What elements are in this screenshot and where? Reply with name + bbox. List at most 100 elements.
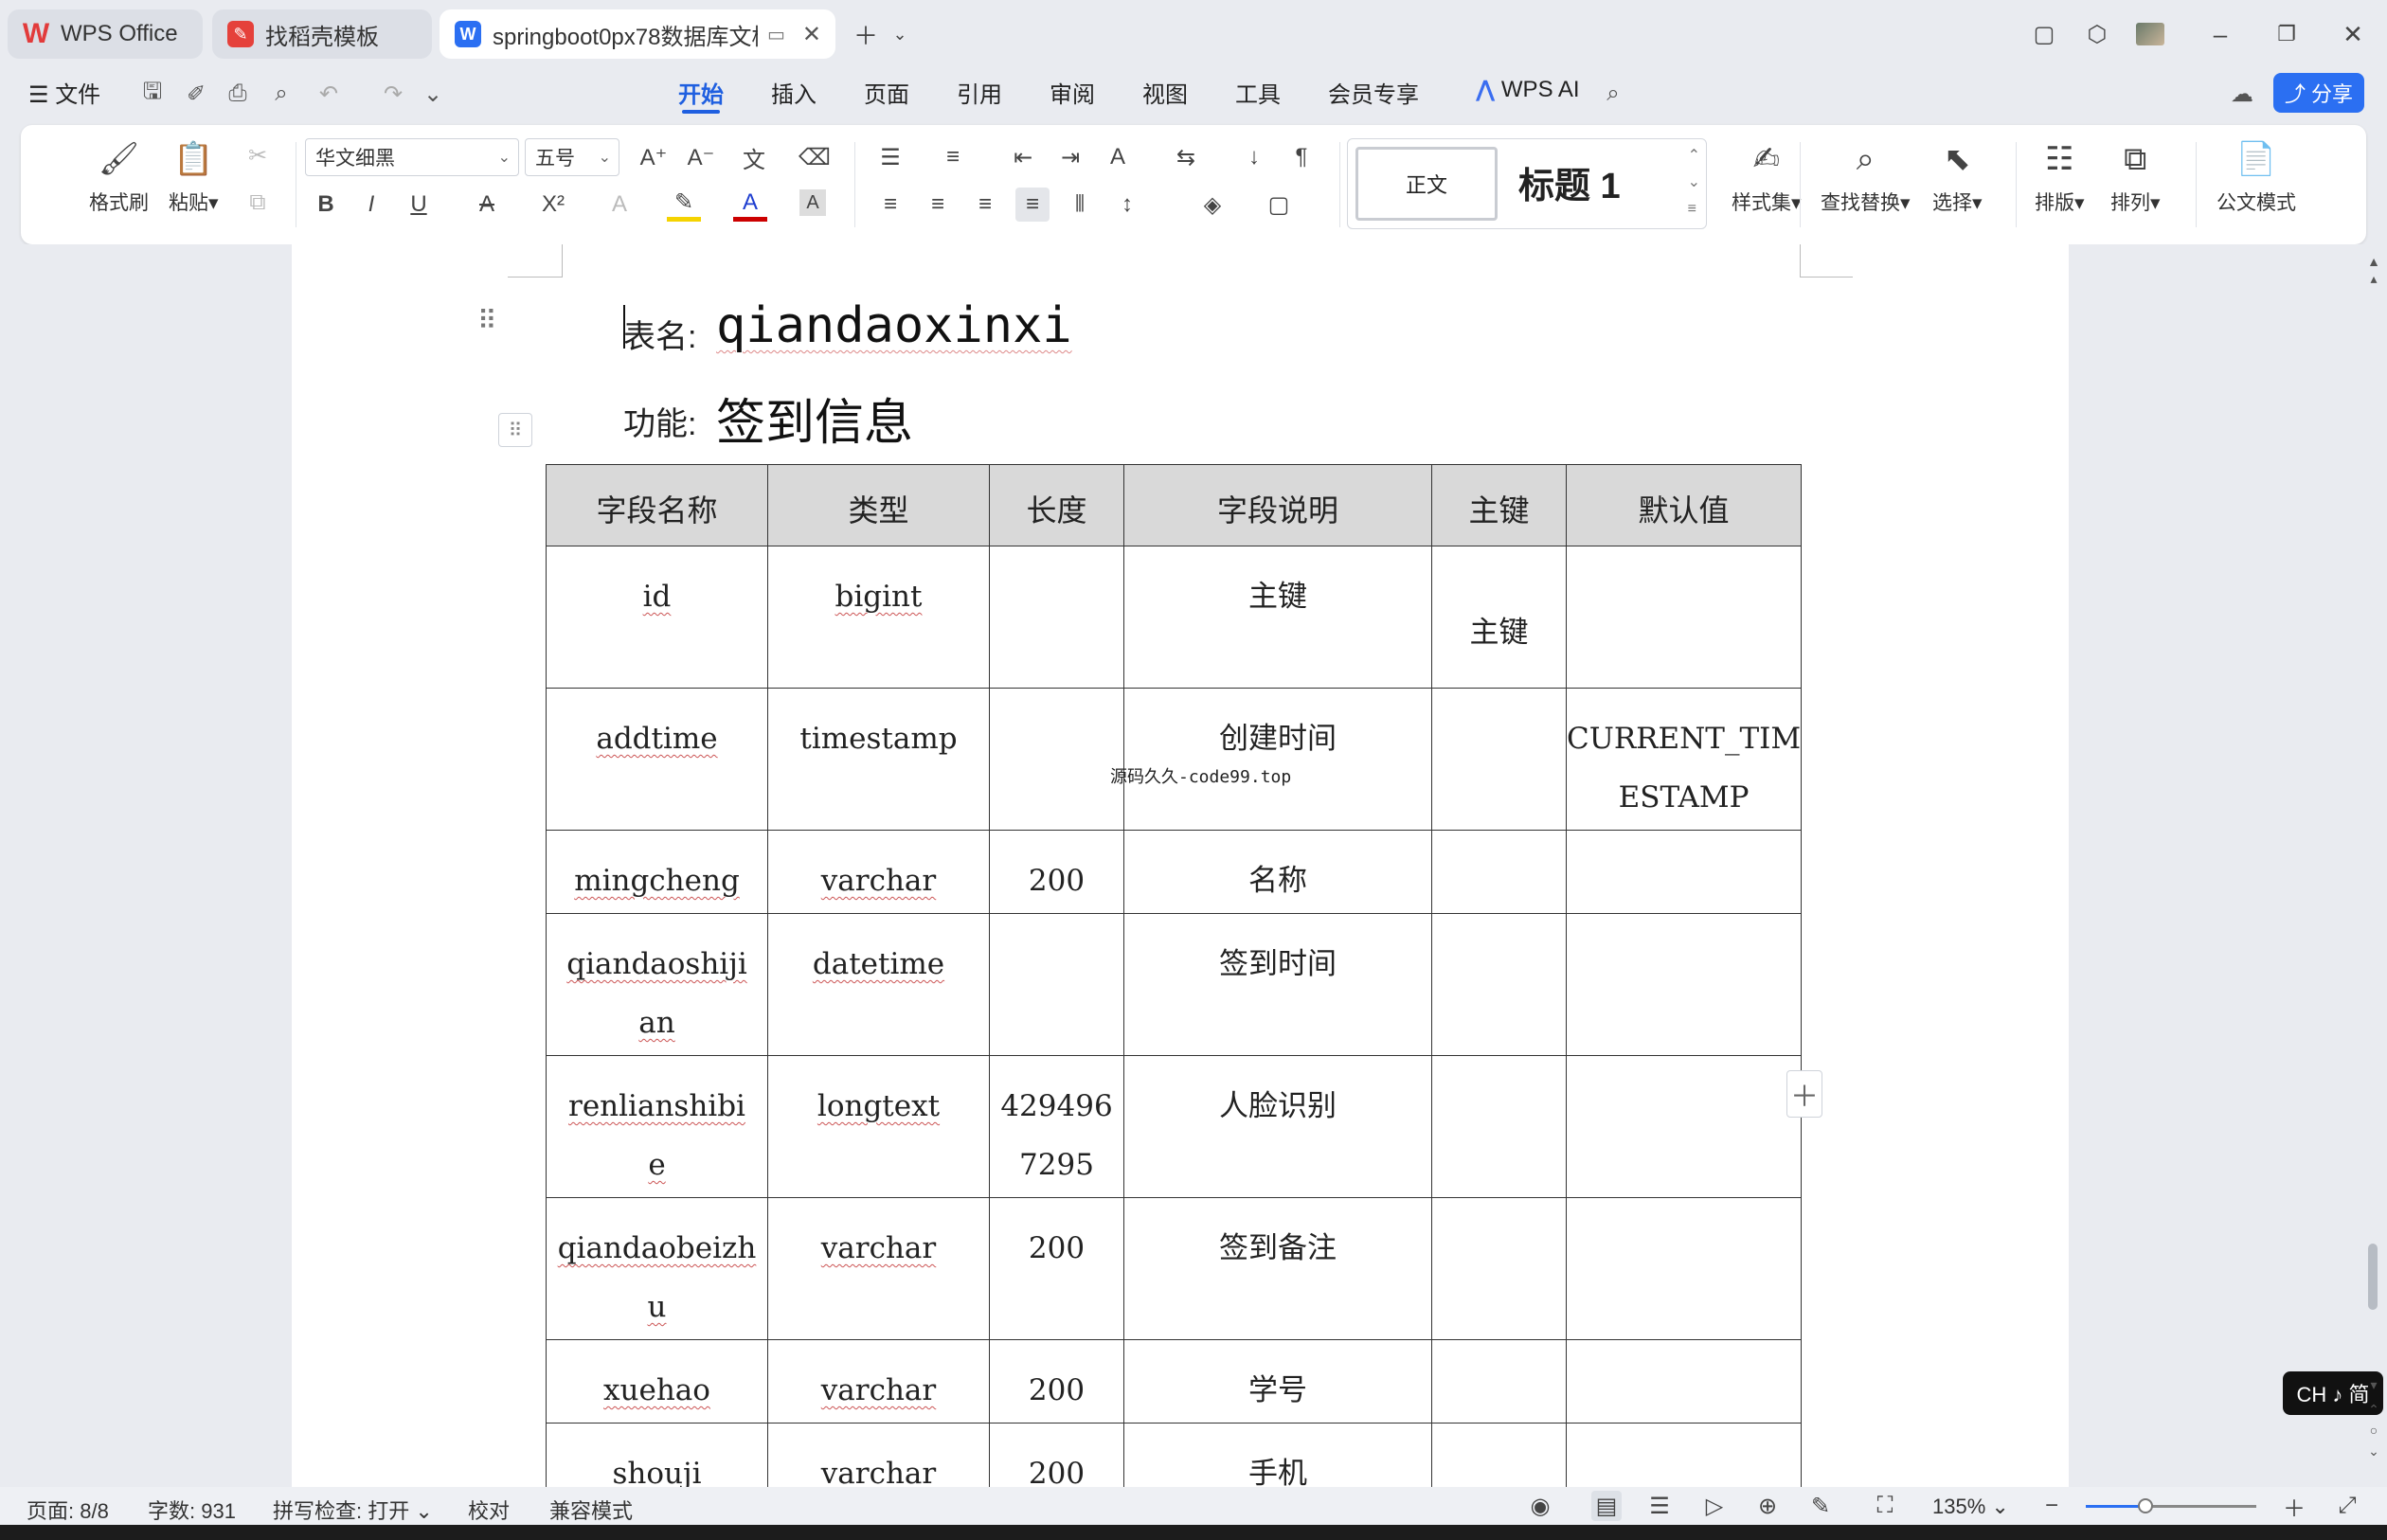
cell-type[interactable]: varchar (767, 1197, 990, 1340)
print-preview-icon[interactable]: ⌕ (265, 78, 297, 110)
table-move-icon[interactable]: ⠿ (498, 413, 532, 447)
zoom-slider[interactable] (2086, 1498, 2256, 1513)
cell-primary-key[interactable] (1431, 1339, 1567, 1424)
cell-primary-key[interactable] (1431, 688, 1567, 831)
cell-type[interactable]: varchar (767, 830, 990, 914)
web-view-icon[interactable]: ⊕ (1752, 1491, 1783, 1521)
page-view-icon[interactable]: ▤ (1591, 1491, 1622, 1521)
cell-field-name[interactable]: renlianshibi e (546, 1055, 768, 1198)
copy-icon[interactable]: ⧉ (241, 186, 275, 220)
cell-default[interactable] (1565, 913, 1803, 1056)
print-icon[interactable]: ⎙ (222, 78, 254, 110)
cell-type[interactable]: bigint (767, 546, 990, 689)
word-count[interactable]: 字数: 931 (148, 1495, 236, 1525)
fullscreen-icon[interactable]: ⤢ (2332, 1491, 2362, 1521)
scroll-up-icon[interactable]: ▴ (2362, 271, 2385, 287)
cell-primary-key[interactable] (1431, 913, 1567, 1056)
next-page-icon[interactable]: ⌄ (2362, 1443, 2385, 1459)
drag-handle-icon[interactable]: ⠿ (477, 305, 497, 336)
cell-field-name[interactable]: shouji (546, 1423, 768, 1487)
restore-icon[interactable]: ❐ (2266, 13, 2307, 55)
file-menu[interactable]: ☰ 文件 (28, 76, 100, 109)
cell-default[interactable]: CURRENT_TIM ESTAMP (1565, 688, 1803, 831)
align-center-icon[interactable]: ≡ (921, 188, 955, 222)
sort-icon[interactable]: ↓ (1237, 140, 1271, 174)
menu-start[interactable]: 开始 (678, 76, 724, 109)
cell-description[interactable]: 名称 (1123, 830, 1432, 914)
outline-view-icon[interactable]: ☰ (1644, 1491, 1675, 1521)
cell-type[interactable]: varchar (767, 1339, 990, 1424)
border-icon[interactable]: ▢ (1262, 188, 1296, 222)
scroll-top-icon[interactable]: ▲ (2362, 254, 2385, 269)
monitor-icon[interactable]: ▭ (767, 23, 785, 46)
paste-button[interactable]: 📋 粘贴▾ (169, 138, 219, 216)
play-icon[interactable]: ▷ (1699, 1491, 1730, 1521)
cell-default[interactable] (1565, 1055, 1803, 1198)
layout-button[interactable]: ☷ 排版▾ (2035, 138, 2085, 216)
cell-primary-key[interactable] (1431, 1423, 1567, 1487)
col-header-field-name[interactable]: 字段名称 (546, 464, 768, 546)
tab-list-chevron-icon[interactable]: ⌄ (879, 13, 921, 55)
zoom-slider-knob[interactable] (2138, 1498, 2153, 1513)
font-color-icon[interactable]: A (733, 188, 767, 222)
spell-check-toggle[interactable]: 拼写检查: 打开 ⌄ (273, 1495, 433, 1525)
cell-type[interactable]: longtext (767, 1055, 990, 1198)
cell-description[interactable]: 手机 (1123, 1423, 1432, 1487)
cell-description[interactable]: 人脸识别 (1123, 1055, 1432, 1198)
fit-page-icon[interactable]: ⛶ (1870, 1491, 1900, 1521)
cell-length[interactable]: 200 (989, 1197, 1124, 1340)
cell-default[interactable] (1565, 1423, 1803, 1487)
increase-indent-icon[interactable]: ⇥ (1053, 140, 1087, 174)
select-browse-icon[interactable]: ○ (2362, 1423, 2385, 1438)
increase-font-icon[interactable]: A⁺ (637, 140, 671, 174)
line-break-icon[interactable]: ⇆ (1169, 140, 1203, 174)
cell-default[interactable] (1565, 546, 1803, 689)
cell-length[interactable] (989, 546, 1124, 689)
cell-length[interactable]: 200 (989, 830, 1124, 914)
cell-primary-key[interactable] (1431, 1055, 1567, 1198)
search-icon[interactable]: ⌕ (1597, 78, 1629, 110)
cell-default[interactable] (1565, 1339, 1803, 1424)
underline-icon[interactable]: U (402, 188, 436, 222)
cell-description[interactable]: 学号 (1123, 1339, 1432, 1424)
menu-member[interactable]: 会员专享 (1328, 76, 1419, 109)
cell-type[interactable]: datetime (767, 913, 990, 1056)
scroll-thumb[interactable] (2368, 1244, 2378, 1310)
col-header-primary-key[interactable]: 主键 (1431, 464, 1567, 546)
align-right-icon[interactable]: ≡ (968, 188, 1002, 222)
style-normal[interactable]: 正文 (1355, 147, 1498, 221)
style-scroll-icon[interactable]: ⌃ ⌄ ≡ (1688, 143, 1700, 223)
zoom-level[interactable]: 135% ⌄ (1932, 1495, 2009, 1519)
eye-protection-icon[interactable]: ◉ (1525, 1491, 1555, 1521)
italic-icon[interactable]: I (354, 188, 388, 222)
close-window-icon[interactable]: ✕ (2332, 13, 2374, 55)
cut-icon[interactable]: ✂ (241, 138, 275, 172)
cell-field-name[interactable]: qiandaoshiji an (546, 913, 768, 1056)
vertical-scrollbar[interactable]: ▲ ▴ ▾ ⌃ ○ ⌄ (2362, 244, 2385, 1487)
page-indicator[interactable]: 页面: 8/8 (27, 1495, 109, 1525)
cell-length[interactable]: 200 (989, 1423, 1124, 1487)
menu-view[interactable]: 视图 (1142, 76, 1188, 109)
cell-field-name[interactable]: qiandaobeizh u (546, 1197, 768, 1340)
cell-default[interactable] (1565, 1197, 1803, 1340)
strikethrough-icon[interactable]: A (470, 188, 504, 222)
cell-description[interactable]: 主键 (1123, 546, 1432, 689)
wps-ai-button[interactable]: ⋀ WPS AI (1476, 76, 1580, 103)
minimize-icon[interactable]: – (2199, 13, 2241, 55)
share-button[interactable]: ⤴ 分享 (2273, 73, 2364, 113)
cell-field-name[interactable]: addtime (546, 688, 768, 831)
cell-description[interactable]: 签到时间 (1123, 913, 1432, 1056)
cell-length[interactable]: 200 (989, 1339, 1124, 1424)
decrease-font-icon[interactable]: A⁻ (684, 140, 718, 174)
align-left-icon[interactable]: ≡ (873, 188, 907, 222)
proofread-button[interactable]: 校对 (468, 1495, 510, 1525)
tab-wps-office[interactable]: W WPS Office (8, 9, 203, 59)
style-set-button[interactable]: ✍ 样式集▾ (1732, 138, 1802, 216)
cell-description[interactable]: 签到备注 (1123, 1197, 1432, 1340)
col-header-type[interactable]: 类型 (767, 464, 990, 546)
font-name-select[interactable]: 华文细黑 ⌄ (305, 138, 519, 176)
line-spacing-icon[interactable]: ↕ (1110, 188, 1144, 222)
phonetic-guide-icon[interactable]: 文 (737, 140, 771, 174)
bullet-list-icon[interactable]: ☰ (873, 140, 907, 174)
format-icon[interactable]: ✐ (180, 78, 212, 110)
